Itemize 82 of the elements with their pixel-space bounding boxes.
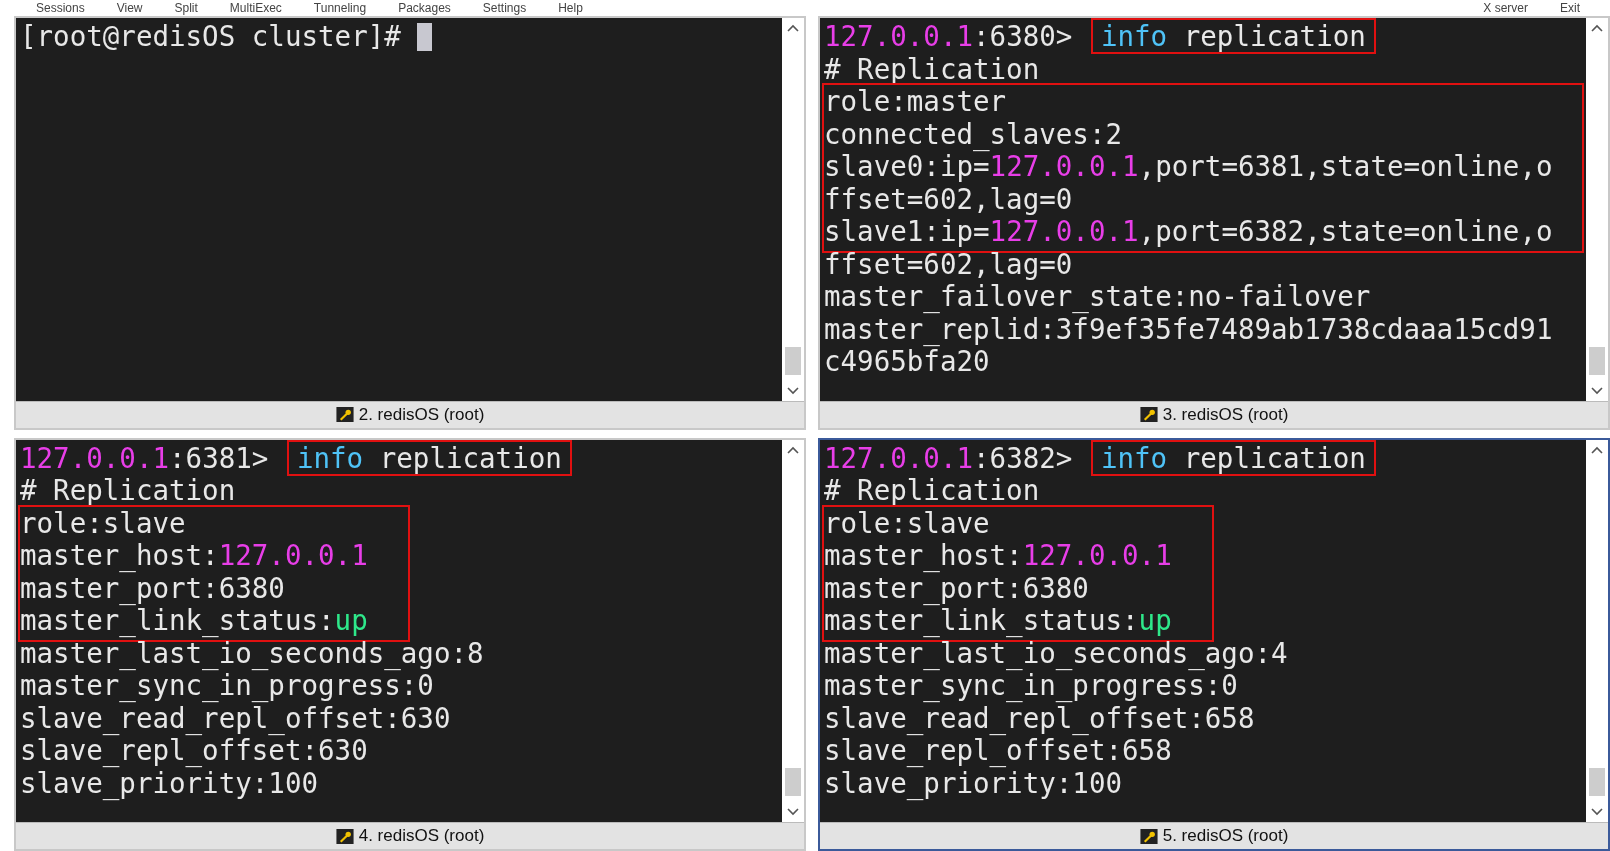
terminal-text: :6382> — [973, 441, 1074, 474]
terminal-text: master_port:6380 — [824, 571, 1089, 604]
menu-item[interactable]: Sessions — [36, 1, 85, 15]
scroll-down-icon[interactable] — [787, 808, 799, 816]
terminal-text: role:slave — [824, 506, 990, 539]
menu-item[interactable]: Packages — [398, 1, 451, 15]
terminal-text: master_port:6380 — [20, 571, 285, 604]
session-tab[interactable]: 5. redisOS (root) — [820, 822, 1608, 849]
terminal-text: # Replication — [824, 52, 1040, 85]
terminal-text: up — [334, 604, 368, 636]
terminal-text: # Replication — [824, 474, 1040, 506]
terminal-text: ,port=6381,state=online,o — [1138, 150, 1553, 182]
scroll-down-icon[interactable] — [1591, 386, 1603, 395]
terminal-text: # Replication — [20, 474, 236, 506]
terminal-text: [root@redisOS cluster]# — [20, 20, 402, 52]
terminal-text: slave_read_repl_offset:630 — [20, 701, 451, 734]
scroll-up-icon[interactable] — [787, 445, 799, 454]
scroll-thumb[interactable] — [785, 768, 801, 796]
scrollbar[interactable] — [782, 439, 804, 822]
key-icon — [1139, 828, 1158, 844]
scroll-thumb[interactable] — [785, 346, 801, 375]
terminal-text: ffset=602,lag=0 — [824, 182, 1073, 215]
terminal-text: master_failover_state:no-failover — [824, 280, 1371, 312]
terminal-text: role:master — [824, 85, 1007, 117]
terminal-text: master_host: — [824, 539, 1023, 571]
highlight-box: info replication — [1092, 20, 1374, 52]
scroll-up-icon[interactable] — [1591, 445, 1603, 454]
terminal-text: :6381> — [169, 441, 270, 474]
menu-item[interactable]: Help — [558, 1, 583, 15]
key-icon — [335, 828, 354, 844]
menu-item[interactable]: View — [116, 1, 143, 15]
terminal-text: 127.0.0.1 — [989, 150, 1139, 182]
scrollbar[interactable] — [1586, 439, 1608, 822]
session-tab[interactable]: 2. redisOS (root) — [16, 400, 804, 428]
menu-item[interactable]: MultiExec — [229, 1, 282, 15]
terminal-text: 127.0.0.1 — [824, 20, 973, 52]
scrollbar[interactable] — [782, 18, 804, 401]
key-icon — [1139, 407, 1158, 422]
terminal-text: role:slave — [20, 506, 186, 539]
terminal-text: 127.0.0.1 — [824, 441, 973, 474]
terminal-text: master_last_io_seconds_ago:8 — [20, 636, 484, 669]
terminal-text: master_link_status: — [824, 604, 1139, 636]
terminal-text: 127.0.0.1 — [989, 215, 1139, 247]
session-tab[interactable]: 4. redisOS (root) — [16, 822, 804, 849]
menu-item[interactable]: Exit — [1560, 1, 1580, 15]
terminal-text: master_replid:3f9ef35fe7489ab1738cdaaa15cd91 — [824, 312, 1553, 345]
terminal-text: slave0:ip= — [824, 150, 990, 182]
terminal-text: 127.0.0.1 — [20, 441, 169, 474]
menu-item[interactable]: Split — [174, 1, 198, 15]
terminal-text: 127.0.0.1 — [1022, 539, 1172, 571]
terminal-text: 127.0.0.1 — [218, 539, 368, 571]
scroll-up-icon[interactable] — [787, 24, 799, 32]
scroll-down-icon[interactable] — [1591, 808, 1603, 816]
highlight-box: info replication — [288, 441, 570, 474]
terminal-text: master_host: — [20, 539, 219, 571]
terminal-text: ,port=6382,state=online,o — [1138, 215, 1553, 247]
menu-item[interactable]: Tunneling — [313, 1, 367, 15]
terminal-text: connected_slaves:2 — [824, 117, 1122, 150]
menu-item[interactable]: Settings — [482, 1, 527, 15]
scroll-thumb[interactable] — [1589, 768, 1605, 796]
terminal-text: up — [1138, 604, 1172, 636]
scroll-thumb[interactable] — [1589, 346, 1605, 375]
terminal-text: slave_priority:100 — [20, 766, 318, 799]
key-icon — [335, 407, 354, 422]
terminal-text: :6380> — [973, 20, 1074, 52]
terminal-text: slave_repl_offset:658 — [824, 734, 1172, 766]
scroll-down-icon[interactable] — [787, 386, 799, 395]
scrollbar[interactable] — [1586, 18, 1608, 401]
session-tab[interactable]: 3. redisOS (root) — [820, 400, 1608, 428]
scroll-up-icon[interactable] — [1591, 24, 1603, 32]
terminal-text: ffset=602,lag=0 — [824, 247, 1073, 280]
terminal-text: master_last_io_seconds_ago:4 — [824, 636, 1288, 669]
terminal-text: slave_read_repl_offset:658 — [824, 701, 1255, 734]
terminal-text: master_sync_in_progress:0 — [20, 669, 434, 701]
terminal-text: slave_priority:100 — [824, 766, 1122, 799]
terminal-text: c4965bfa20 — [824, 345, 990, 377]
terminal-text: slave_repl_offset:630 — [20, 734, 368, 766]
menu-item[interactable]: X server — [1483, 1, 1528, 15]
terminal-text: slave1:ip= — [824, 215, 990, 247]
terminal-text: master_link_status: — [20, 604, 335, 636]
highlight-box: info replication — [1092, 441, 1374, 474]
terminal-text: master_sync_in_progress:0 — [824, 669, 1238, 701]
